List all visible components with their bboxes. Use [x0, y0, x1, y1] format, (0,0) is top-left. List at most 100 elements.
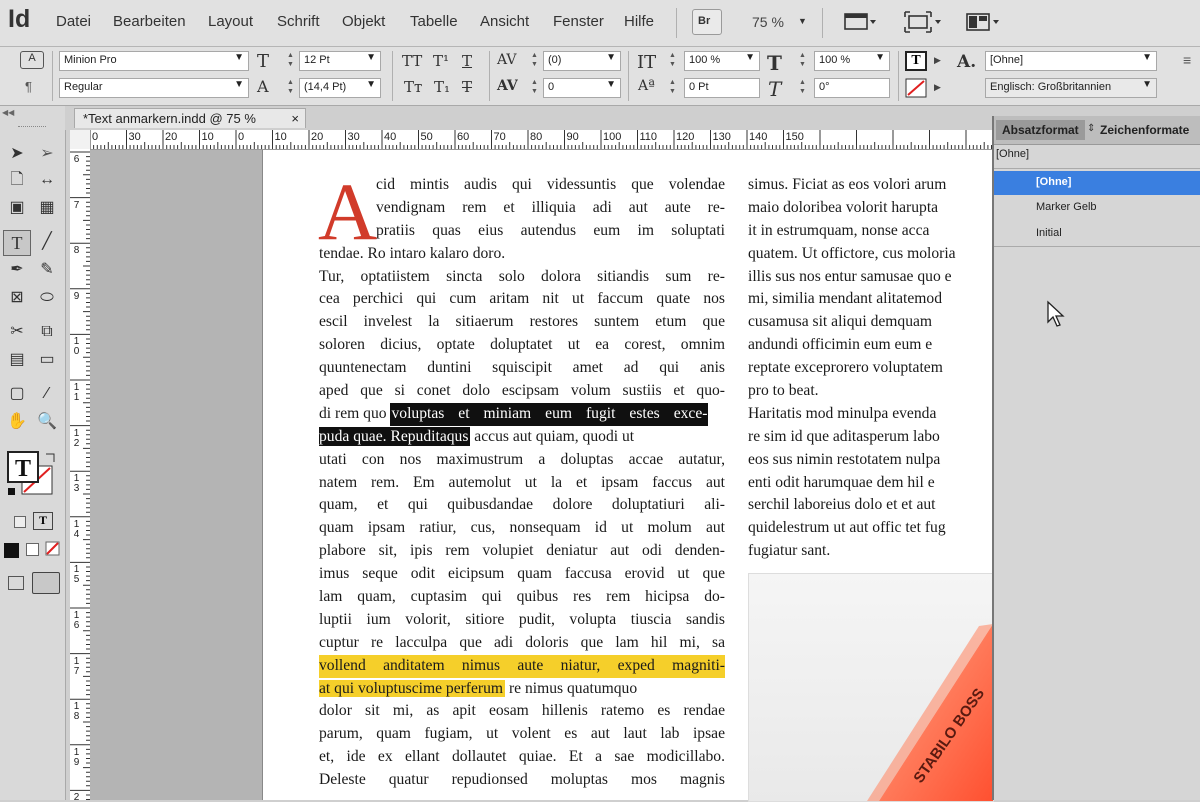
- pen-tool-icon[interactable]: ✒: [4, 258, 30, 282]
- small-caps-icon[interactable]: Tт: [404, 78, 422, 96]
- text-line[interactable]: cid mintis audis qui videssuntis que vol…: [319, 174, 725, 197]
- text-column-2[interactable]: simus. Ficiat as eos volori arum maio do…: [748, 174, 992, 563]
- tab-paragraph-styles[interactable]: Absatzformat: [996, 120, 1085, 140]
- gradient-feather-tool-icon[interactable]: ▭: [34, 348, 60, 372]
- text-line[interactable]: puda quae. Repuditaqus accus aut quiam, …: [319, 426, 725, 449]
- ellipse-tool-icon[interactable]: ⬭: [34, 286, 60, 310]
- apply-color-icon[interactable]: [4, 543, 19, 558]
- preview-mode-icon[interactable]: [32, 572, 60, 594]
- gradient-swatch-tool-icon[interactable]: ▤: [4, 348, 30, 372]
- text-stroke-none-icon[interactable]: [905, 78, 927, 103]
- chevron-right-icon[interactable]: ▶: [934, 55, 941, 66]
- zoom-tool-icon[interactable]: 🔍: [34, 410, 60, 434]
- selected-text[interactable]: puda quae. Repuditaqus: [319, 426, 471, 446]
- text-line[interactable]: soloren dicius, optate doluptatet ut ea …: [319, 334, 725, 357]
- style-item-initial[interactable]: Initial: [994, 222, 1200, 246]
- scissors-tool-icon[interactable]: ✂: [4, 320, 30, 344]
- gap-tool-icon[interactable]: ↔: [34, 168, 60, 192]
- view-options-icon[interactable]: [844, 11, 876, 31]
- text-line[interactable]: cea perchici qui cum aritam nit ut faccu…: [319, 288, 725, 311]
- text-line[interactable]: di rem quo voluptas et miniam eum fugit …: [319, 402, 725, 426]
- text-line[interactable]: pro to beat.: [748, 380, 992, 403]
- text-line[interactable]: quam ipsam ratiur, cus, nonsequam id ut …: [319, 517, 725, 540]
- text-line[interactable]: illis sus nos entur samusae quo e: [748, 266, 992, 289]
- font-style-field[interactable]: Regular ▼: [59, 78, 249, 98]
- text-line[interactable]: enti odit harumquae dem hil e: [748, 472, 992, 495]
- text-line[interactable]: imus seque odit eicipsum quam faccusa er…: [319, 563, 725, 586]
- tracking-stepper[interactable]: ▲ ▼: [529, 78, 540, 98]
- selected-text[interactable]: voluptas et miniam eum fugit estes exce-: [390, 402, 709, 426]
- text-line[interactable]: maio doloribea volorit harupta: [748, 197, 992, 220]
- text-line[interactable]: natem rem. Em autemolut ut la et ipsam f…: [319, 472, 725, 495]
- leading-stepper[interactable]: ▲ ▼: [285, 78, 296, 98]
- text-line[interactable]: utati con nos maximustrum a doluptas acc…: [319, 449, 725, 472]
- text-line[interactable]: quam, et qui quibusdandae dolore dolupta…: [319, 494, 725, 517]
- ruler-origin[interactable]: [70, 130, 91, 150]
- text-line[interactable]: pratiis quas eius autendus eum im solupt…: [319, 220, 725, 243]
- text-line[interactable]: luptiі ium volorit, sitiore pudit, volup…: [319, 609, 725, 632]
- text-run[interactable]: re nimus quatumquo: [505, 680, 637, 697]
- character-mode-icon[interactable]: A: [20, 51, 44, 69]
- text-line[interactable]: reptate exceprorero voluptatem: [748, 357, 992, 380]
- arrange-documents-icon[interactable]: [966, 11, 1006, 38]
- direct-selection-tool-icon[interactable]: ➢: [34, 142, 60, 166]
- menu-tabelle[interactable]: Tabelle: [410, 13, 458, 30]
- selection-tool-icon[interactable]: ➤: [4, 142, 30, 166]
- chevron-right-icon[interactable]: ▶: [934, 82, 941, 93]
- style-item-ohne[interactable]: [Ohne]: [994, 171, 1200, 195]
- underline-icon[interactable]: T: [462, 52, 472, 70]
- normal-view-icon[interactable]: [8, 576, 24, 590]
- free-transform-tool-icon[interactable]: ⧉: [34, 320, 60, 344]
- horizontal-scale-field[interactable]: 100 % ▼: [814, 51, 890, 71]
- type-tool-icon[interactable]: T: [3, 230, 31, 256]
- text-line[interactable]: simus. Ficiat as eos volori arum: [748, 174, 992, 197]
- screen-mode-icon[interactable]: [904, 11, 944, 38]
- content-placer-icon[interactable]: ▦: [34, 196, 60, 220]
- tracking-field[interactable]: 0 ▼: [543, 78, 621, 98]
- horizontal-ruler[interactable]: 0 30 20 10 0 10 20 30 40 50 60 70 80 90 100 110 120 130 14…: [90, 130, 992, 150]
- font-size-field[interactable]: 12 Pt ▼: [299, 51, 381, 71]
- gripper[interactable]: [18, 126, 46, 130]
- menu-hilfe[interactable]: Hilfe: [624, 13, 654, 30]
- menu-schrift[interactable]: Schrift: [277, 13, 320, 30]
- text-line[interactable]: mi, similia mendant alitatemod: [748, 288, 992, 311]
- menu-layout[interactable]: Layout: [208, 13, 253, 30]
- bridge-button[interactable]: Br: [692, 9, 722, 35]
- line-tool-icon[interactable]: ╱: [34, 230, 60, 254]
- content-collector-icon[interactable]: ▣: [4, 196, 30, 220]
- fill-stroke-swatch[interactable]: T: [6, 450, 55, 498]
- text-line[interactable]: escil invelest la sitiaerum restores sun…: [319, 311, 725, 334]
- text-line[interactable]: quuntenectam duntini squiscipit amet ad …: [319, 357, 725, 380]
- close-icon[interactable]: ×: [291, 111, 299, 126]
- menu-objekt[interactable]: Objekt: [342, 13, 385, 30]
- tab-character-styles[interactable]: Zeichenformate: [1094, 120, 1195, 140]
- formatting-container-icon[interactable]: [14, 516, 26, 528]
- subscript-icon[interactable]: T₁: [434, 78, 450, 96]
- rectangle-frame-tool-icon[interactable]: ⊠: [4, 286, 30, 310]
- text-line[interactable]: quidelestrum ut aut offic tet fug: [748, 517, 992, 540]
- document-tab[interactable]: *Text anmarkern.indd @ 75 % ×: [74, 108, 306, 128]
- text-fill-icon[interactable]: T: [905, 51, 927, 71]
- page-tool-icon[interactable]: 🗋: [4, 168, 30, 192]
- text-line[interactable]: plabore sit, ipis rem volupiet deniatur …: [319, 540, 725, 563]
- style-item-marker-gelb[interactable]: Marker Gelb: [994, 196, 1200, 220]
- character-style-field[interactable]: [Ohne] ▼: [985, 51, 1157, 71]
- menu-fenster[interactable]: Fenster: [553, 13, 604, 30]
- collapse-icon[interactable]: ◀◀: [2, 108, 14, 117]
- text-line[interactable]: at qui voluptuscime perferum re nimus qu…: [319, 678, 725, 701]
- text-run[interactable]: di rem quo: [319, 405, 390, 422]
- text-line[interactable]: Tur, optatiistem sincta solo dolora siti…: [319, 266, 725, 289]
- apply-none-icon[interactable]: [45, 541, 61, 562]
- paragraph-mode-icon[interactable]: ¶: [25, 79, 32, 94]
- text-line[interactable]: lam quam, cuptasim qui quibus res rem hi…: [319, 586, 725, 609]
- text-line[interactable]: cuptur re lacculpa que adi doloris que l…: [319, 632, 725, 655]
- font-size-stepper[interactable]: ▲ ▼: [285, 51, 296, 71]
- text-line[interactable]: Haritatis mod minulpa evenda: [748, 403, 992, 426]
- text-column-1[interactable]: cid mintis audis qui videssuntis que vol…: [319, 174, 725, 792]
- formatting-text-icon[interactable]: T: [33, 512, 53, 530]
- text-line[interactable]: parum, quam fugiam, ut volent es aut lau…: [319, 723, 725, 746]
- zoom-dropdown-icon[interactable]: ▼: [798, 16, 807, 26]
- menu-ansicht[interactable]: Ansicht: [480, 13, 529, 30]
- zoom-level[interactable]: 75 %: [752, 14, 784, 30]
- kerning-stepper[interactable]: ▲ ▼: [529, 51, 540, 71]
